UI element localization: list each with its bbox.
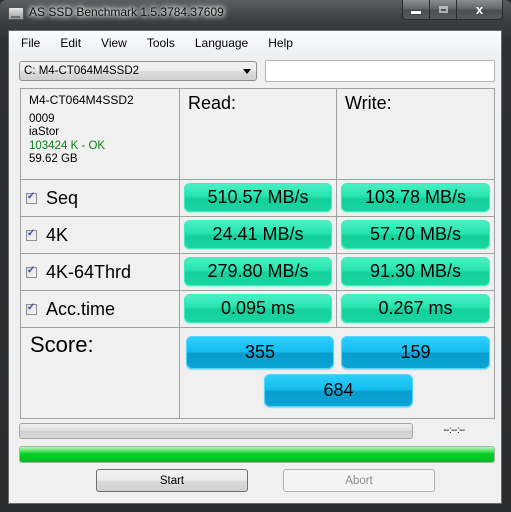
score-total: 684: [264, 374, 413, 407]
4k-64thrd-write-result: 91.30 MB/s: [341, 257, 490, 286]
menu-help[interactable]: Help: [262, 31, 301, 55]
maximize-icon: [438, 6, 448, 13]
4k-64thrd-read-cell: 279.80 MB/s: [180, 254, 337, 291]
window-title: AS SSD Benchmark 1.5.3784.37609: [29, 5, 224, 19]
test-label: Seq: [46, 187, 79, 208]
write-header-cell: Write:: [337, 89, 494, 180]
drive-driver: iaStor: [29, 126, 60, 138]
4k-64thrd-checkbox[interactable]: [26, 265, 37, 278]
close-button[interactable]: x: [457, 0, 503, 20]
chevron-down-icon: [243, 69, 251, 74]
minimize-icon: [411, 11, 421, 14]
total-progress: [19, 446, 495, 463]
4k-write-cell: 57.70 MB/s: [337, 217, 494, 254]
client-area: File Edit View Tools Language Help C: M4…: [8, 30, 502, 504]
4k-64thrd-read-result: 279.80 MB/s: [184, 257, 332, 286]
menu-bar: File Edit View Tools Language Help: [9, 31, 501, 55]
seq-write-result: 103.78 MB/s: [341, 183, 490, 212]
test-row-seq: Seq: [21, 180, 180, 217]
close-icon: x: [475, 2, 484, 17]
read-header: Read:: [188, 93, 237, 113]
start-button[interactable]: Start: [96, 469, 248, 492]
score-read: 355: [186, 336, 334, 369]
current-test-progress: [19, 423, 413, 439]
4k-read-result: 24.41 MB/s: [184, 220, 332, 249]
menu-edit[interactable]: Edit: [54, 31, 89, 55]
menu-file[interactable]: File: [15, 31, 48, 55]
4k-write-result: 57.70 MB/s: [341, 220, 490, 249]
acc-time-read-result: 0.095 ms: [184, 294, 332, 323]
4k-read-cell: 24.41 MB/s: [180, 217, 337, 254]
test-row-4k: 4K: [21, 217, 180, 254]
minimize-button[interactable]: [402, 0, 430, 20]
results-grid: M4-CT064M4SSD2 0009 iaStor 103424 K - OK…: [20, 88, 495, 419]
abort-button[interactable]: Abort: [283, 469, 435, 492]
acc-time-write-result: 0.267 ms: [341, 294, 490, 323]
read-header-cell: Read:: [180, 89, 337, 180]
test-label: 4K: [46, 224, 69, 245]
menu-view[interactable]: View: [95, 31, 135, 55]
drive-select-value: C: M4-CT064M4SSD2: [24, 65, 140, 77]
seq-read-cell: 510.57 MB/s: [180, 180, 337, 217]
menu-tools[interactable]: Tools: [141, 31, 183, 55]
4k-checkbox[interactable]: [26, 228, 37, 241]
score-label: Score:: [30, 332, 94, 357]
seq-read-result: 510.57 MB/s: [184, 183, 332, 212]
write-header: Write:: [345, 93, 392, 113]
4k-64thrd-write-cell: 91.30 MB/s: [337, 254, 494, 291]
title-bar[interactable]: AS SSD Benchmark 1.5.3784.37609 x: [0, 0, 511, 30]
acc-time-checkbox[interactable]: [26, 302, 37, 315]
drive-select[interactable]: C: M4-CT064M4SSD2: [19, 61, 257, 81]
drive-capacity: 59.62 GB: [29, 153, 78, 165]
acc-time-write-cell: 0.267 ms: [337, 291, 494, 328]
drive-alignment: 103424 K - OK: [29, 139, 106, 152]
drive-firmware: 0009: [29, 112, 55, 125]
score-write: 159: [341, 336, 490, 369]
score-label-cell: Score:: [21, 328, 180, 418]
info-field[interactable]: [265, 60, 495, 82]
drive-app-icon: [8, 7, 24, 20]
acc-time-read-cell: 0.095 ms: [180, 291, 337, 328]
app-window: AS SSD Benchmark 1.5.3784.37609 x File E…: [0, 0, 511, 512]
test-label: Acc.time: [46, 298, 116, 319]
test-row-acc-time: Acc.time: [21, 291, 180, 328]
score-area: 355 159 684: [180, 328, 494, 418]
total-progress-fill: [20, 447, 494, 462]
test-label: 4K-64Thrd: [46, 261, 132, 282]
drive-model: M4-CT064M4SSD2: [29, 93, 134, 107]
seq-checkbox[interactable]: [26, 191, 37, 204]
maximize-button[interactable]: [430, 0, 457, 20]
test-row-4k-64thrd: 4K-64Thrd: [21, 254, 180, 291]
elapsed-time: --:--:--: [443, 425, 465, 436]
drive-info-panel: M4-CT064M4SSD2 0009 iaStor 103424 K - OK…: [21, 89, 180, 180]
seq-write-cell: 103.78 MB/s: [337, 180, 494, 217]
menu-language[interactable]: Language: [189, 31, 256, 55]
